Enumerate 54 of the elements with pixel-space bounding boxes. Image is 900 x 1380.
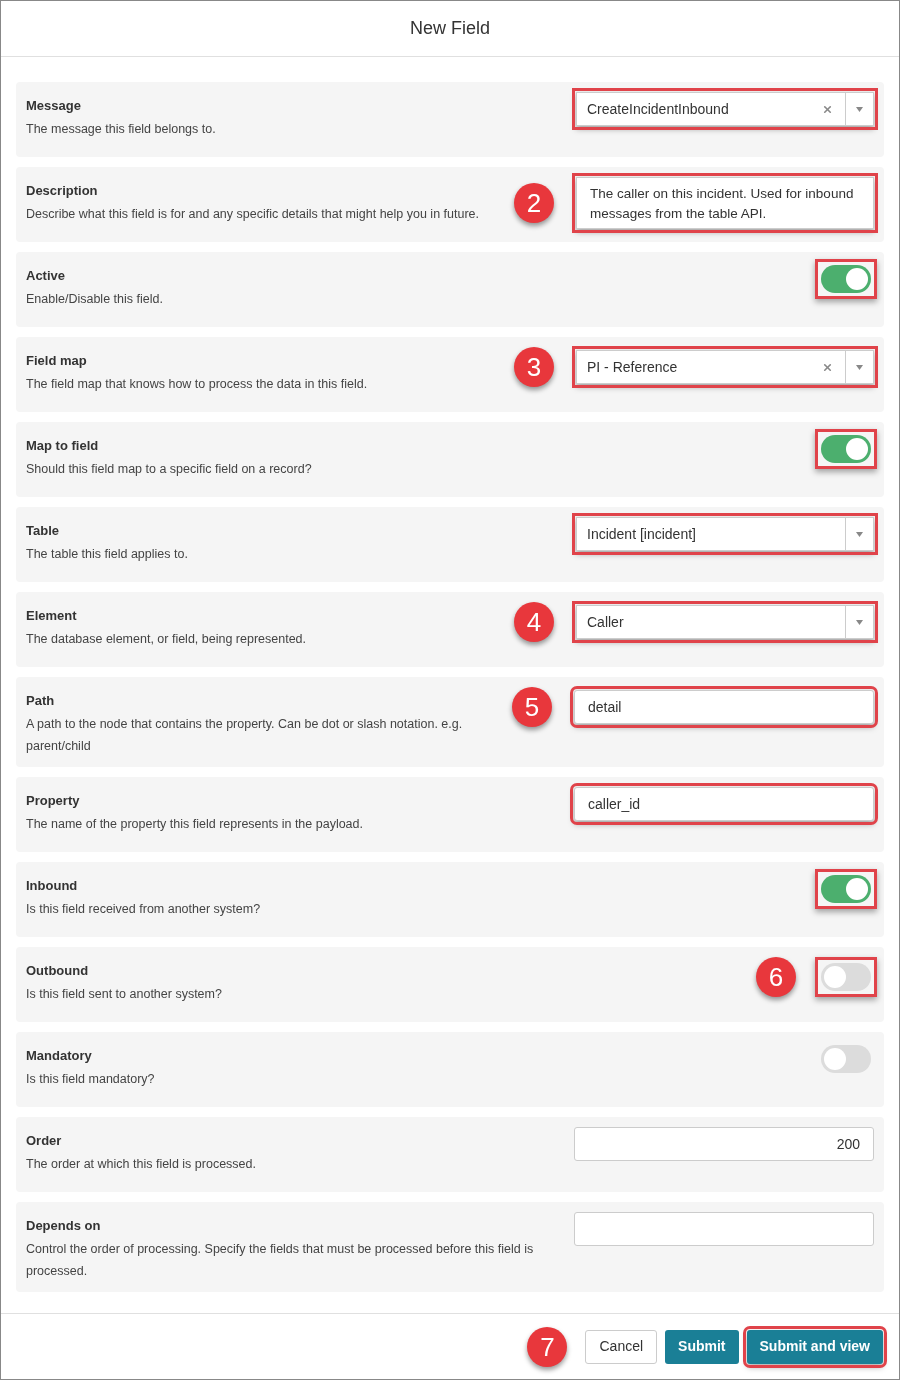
field-description: A path to the node that contains the property. Can be dot or slash notation. e.g. parent/child [26, 716, 464, 755]
dialog-title: New Field [410, 17, 490, 40]
field-label: Mandatory [26, 1047, 93, 1065]
callout-marker: 2 [514, 183, 554, 223]
field-description: Is this field mandatory? [26, 1071, 156, 1088]
toggle-switch[interactable] [821, 435, 871, 463]
field-description: The database element, or field, being represented. [26, 631, 308, 648]
field-description: The table this field applies to. [26, 546, 189, 563]
field-label: Field map [26, 352, 88, 370]
field-description: The order at which this field is processed. [26, 1156, 257, 1173]
field-description: Describe what this field is for and any specific details that might help you in future. [26, 206, 480, 223]
field-label: Active [26, 267, 67, 285]
field-description: Enable/Disable this field. [26, 291, 164, 308]
field-description: The field map that knows how to process the data in this field. [26, 376, 369, 393]
toggle-switch[interactable] [821, 963, 871, 991]
callout-marker: 6 [756, 957, 796, 997]
toggle-switch[interactable] [821, 1045, 871, 1073]
toggle-switch[interactable] [821, 265, 871, 293]
select-value: PI - Reference [586, 357, 679, 377]
field-label: Outbound [26, 962, 90, 980]
toggle-switch[interactable] [821, 875, 871, 903]
footer-button[interactable]: Cancel [585, 1329, 658, 1364]
field-description: The message this field belongs to. [26, 121, 217, 138]
select-value: CreateIncidentInbound [586, 99, 730, 119]
field-description: Control the order of processing. Specify the fields that must be processed before this field is processed. [26, 1241, 535, 1280]
input-field[interactable] [574, 1212, 874, 1246]
caret-icon [856, 619, 863, 625]
field-label: Path [26, 692, 56, 710]
caret-icon [856, 531, 863, 537]
callout-marker: 5 [512, 687, 552, 727]
callout-marker: 4 [514, 602, 554, 642]
footer-button[interactable]: Submit [665, 1329, 739, 1364]
field-description: Should this field map to a specific field on a record? [26, 461, 313, 478]
field-label: Property [26, 792, 81, 810]
select-value: Caller [586, 612, 625, 632]
caret-icon [856, 106, 863, 112]
select-value: Incident [incident] [586, 524, 697, 544]
field-label: Description [26, 182, 99, 200]
field-description: Is this field received from another system? [26, 901, 262, 918]
field-label: Message [26, 97, 82, 115]
callout-marker: 7 [527, 1326, 568, 1367]
clear-icon[interactable] [822, 361, 833, 373]
input-field[interactable]: 200 [574, 1127, 874, 1161]
caret-icon [856, 364, 863, 370]
field-description: Is this field sent to another system? [26, 986, 223, 1003]
field-label: Order [26, 1132, 63, 1150]
field-label: Table [26, 522, 60, 540]
field-label: Inbound [26, 877, 79, 895]
field-label: Map to field [26, 437, 100, 455]
clear-icon[interactable] [822, 103, 833, 115]
field-description: The name of the property this field represents in the payload. [26, 816, 364, 833]
callout-marker: 3 [514, 347, 554, 387]
field-label: Element [26, 607, 78, 625]
field-label: Depends on [26, 1217, 102, 1235]
